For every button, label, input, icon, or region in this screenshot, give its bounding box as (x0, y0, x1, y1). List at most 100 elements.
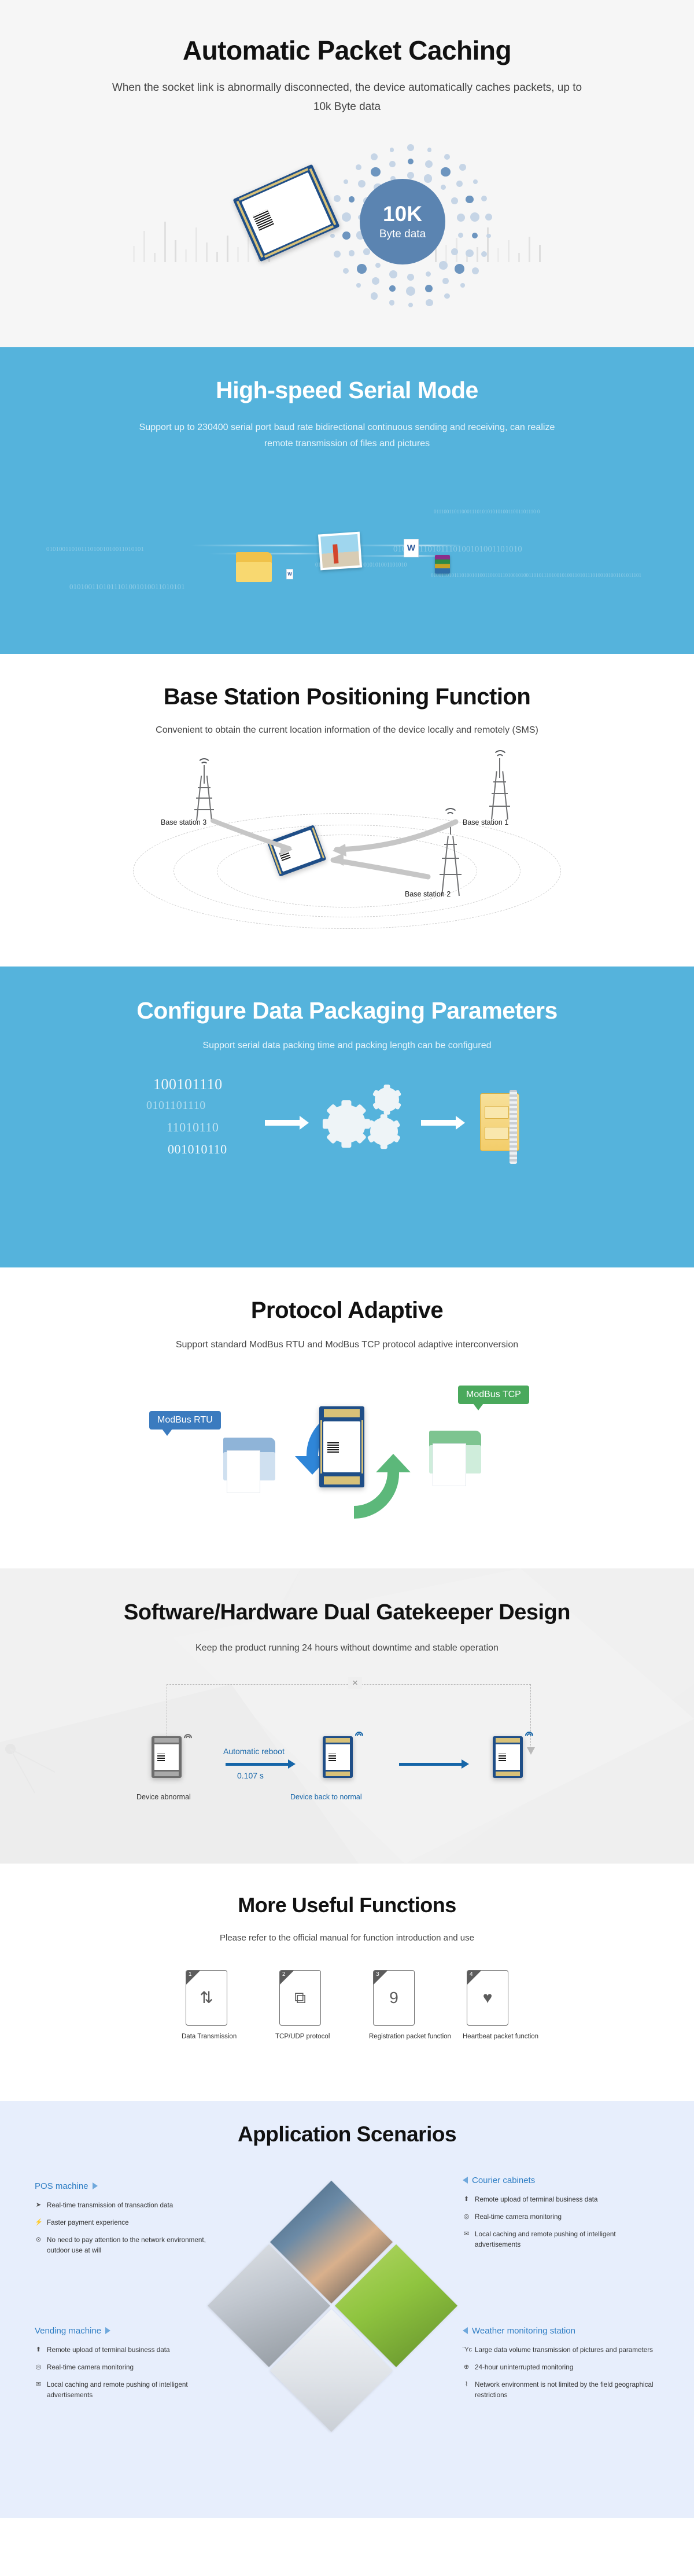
scenario-block-courier-cabinets: Courier cabinets ⬆ Remote upload of term… (463, 2176, 654, 2258)
label-automatic-reboot: Automatic reboot (223, 1747, 285, 1756)
scenario-list-courier-cabinets: ⬆ Remote upload of terminal business dat… (463, 2195, 654, 2251)
archive-icon (435, 555, 450, 574)
binary-decor-1: 0111001101100011101010101010011001101110… (434, 509, 540, 515)
card-number-2: 2 (282, 1971, 286, 1978)
list-item: ⚡ Faster payment experience (35, 2218, 226, 2228)
cache-size-unit: Byte data (379, 228, 426, 241)
card-number-3: 3 (376, 1971, 379, 1978)
list-item-text: Real-time camera monitoring (47, 2362, 134, 2373)
recovery-arrow (399, 1763, 463, 1766)
list-item: ✉ Local caching and remote pushing of in… (463, 2229, 654, 2250)
serial-subtitle: Support up to 230400 serial port baud ra… (127, 420, 567, 452)
scenario-list-pos-machine: ➤ Real-time transmission of transaction … (35, 2200, 226, 2257)
function-card-data-transmission[interactable]: 1 ⇅ Data Transmission (182, 1970, 231, 2040)
send-icon: ➤ (35, 2200, 42, 2210)
list-item: ⊙ No need to pay attention to the networ… (35, 2235, 226, 2256)
list-item-text: Real-time transmission of transaction da… (47, 2200, 173, 2211)
function-card-heartbeat-packet[interactable]: 4 ♥ Heartbeat packet function (463, 1970, 512, 2040)
list-item-text: Remote upload of terminal business data (475, 2195, 597, 2205)
binary-line-3: 11010110 (167, 1120, 219, 1135)
packaging-title: Configure Data Packaging Parameters (0, 998, 694, 1024)
protocol-subtitle: Support standard ModBus RTU and ModBus T… (0, 1337, 694, 1353)
list-item: ⌇ Network environment is not limited by … (463, 2380, 654, 2401)
scenarios-title: Application Scenarios (0, 2123, 694, 2147)
gatekeeper-subtitle: Keep the product running 24 hours withou… (0, 1640, 694, 1656)
clock-target-icon: ⊕ (463, 2362, 470, 2372)
section-protocol-adaptive: Protocol Adaptive Support standard ModBu… (0, 1267, 694, 1568)
chevron-left-icon (463, 2327, 468, 2334)
card-number-1: 1 (189, 1971, 192, 1978)
heartbeat-icon: ♥ (483, 1990, 493, 2006)
cache-size-value: 10K (383, 203, 422, 225)
list-item-text: Local caching and remote pushing of inte… (475, 2229, 654, 2250)
label-device-abnormal: Device abnormal (136, 1793, 191, 1801)
function-card-tcp-udp[interactable]: 2 ⧉ TCP/UDP protocol (275, 1970, 325, 2040)
section-packet-caching: Automatic Packet Caching When the socket… (0, 0, 694, 347)
list-item: ⬆ Remote upload of terminal business dat… (463, 2195, 654, 2205)
section-more-functions: More Useful Functions Please refer to th… (0, 1864, 694, 2101)
card-label-2: TCP/UDP protocol (275, 2033, 325, 2040)
paper-rtu-icon (227, 1450, 260, 1493)
section-application-scenarios: Application Scenarios POS machine ➤ Real… (0, 2101, 694, 2518)
target-icon: ⊙ (35, 2235, 42, 2245)
card-label-1: Data Transmission (182, 2033, 231, 2040)
section-high-speed-serial: High-speed Serial Mode Support up to 230… (0, 347, 694, 654)
image-icon: Ὓc (463, 2345, 470, 2355)
function-card-registration-packet[interactable]: 3 ὜9 Registration packet function (369, 1970, 419, 2040)
upload-icon: ⬆ (35, 2345, 42, 2355)
camera-icon: ◎ (463, 2212, 470, 2222)
list-item-text: 24-hour uninterrupted monitoring (475, 2362, 573, 2373)
list-item-text: Local caching and remote pushing of inte… (47, 2380, 226, 2401)
list-item: ◎ Real-time camera monitoring (35, 2362, 226, 2373)
chevron-right-icon (93, 2182, 98, 2189)
list-item-text: Network environment is not limited by th… (475, 2380, 654, 2401)
binary-line-1: 100101110 (153, 1076, 223, 1093)
scenario-heading-pos-machine: POS machine (35, 2181, 226, 2191)
word-document-icon (404, 539, 419, 557)
label-reboot-time: 0.107 s (237, 1771, 264, 1780)
data-transfer-icon: ⇅ (200, 1990, 213, 2006)
paper-tcp-icon (433, 1443, 466, 1486)
list-item: ⊕ 24-hour uninterrupted monitoring (463, 2362, 654, 2373)
bolt-icon: ⚡ (35, 2218, 42, 2228)
binary-line-4: 001010110 (168, 1142, 227, 1157)
list-item: ◎ Real-time camera monitoring (463, 2212, 654, 2222)
scenario-list-weather-station: Ὓc Large data volume transmission of pic… (463, 2345, 654, 2401)
device-rebooting-board (323, 1736, 353, 1778)
scenario-list-vending-machine: ⬆ Remote upload of terminal business dat… (35, 2345, 226, 2401)
protocol-illustration: ModBus RTU ModBus TCP (0, 1373, 694, 1546)
list-item: Ὓc Large data volume transmission of pic… (463, 2345, 654, 2355)
packaging-subtitle: Support serial data packing time and pac… (0, 1038, 694, 1054)
serial-title: High-speed Serial Mode (0, 377, 694, 403)
upload-icon: ⬆ (463, 2195, 470, 2204)
list-item: ➤ Real-time transmission of transaction … (35, 2200, 226, 2211)
folder-icon (236, 552, 272, 582)
gear-small-bottom-icon (370, 1118, 398, 1145)
signal-arrows (0, 747, 694, 943)
base-station-subtitle: Convenient to obtain the current locatio… (0, 722, 694, 738)
envelope-icon: ✉ (463, 2229, 470, 2239)
binary-decor-0: 0101001101011101001010011010101 (46, 546, 144, 553)
list-item-text: Faster payment experience (47, 2218, 129, 2228)
scenario-name-vending-machine: Vending machine (35, 2326, 101, 2336)
envelope-icon: ✉ (35, 2380, 42, 2390)
gear-small-top-icon (375, 1087, 399, 1112)
more-functions-title: More Useful Functions (0, 1894, 694, 1917)
scenario-block-pos-machine: POS machine ➤ Real-time transmission of … (35, 2181, 226, 2263)
clipboard-edit-icon: ὜9 (389, 1990, 398, 2006)
more-functions-subtitle: Please refer to the official manual for … (0, 1931, 694, 1946)
arrow-to-package (421, 1120, 457, 1126)
bubble-modbus-tcp: ModBus TCP (458, 1386, 529, 1404)
list-item-text: Remote upload of terminal business data (47, 2345, 169, 2355)
product-feature-page: Automatic Packet Caching When the socket… (0, 0, 694, 2518)
device-abnormal-board (152, 1736, 182, 1778)
function-cards: 1 ⇅ Data Transmission 2 ⧉ TCP/UDP protoc… (0, 1970, 694, 2040)
base-station-title: Base Station Positioning Function (0, 684, 694, 710)
packaging-illustration: 100101110 0101101110 11010110 001010110 (0, 1075, 694, 1231)
list-item: ⬆ Remote upload of terminal business dat… (35, 2345, 226, 2355)
binary-line-2: 0101101110 (146, 1099, 206, 1112)
reboot-arrow (226, 1763, 289, 1766)
protocol-title: Protocol Adaptive (0, 1298, 694, 1323)
binary-decor-5: 0101001101011101001010011010101 (69, 582, 185, 591)
gatekeeper-title: Software/Hardware Dual Gatekeeper Design (0, 1601, 694, 1625)
